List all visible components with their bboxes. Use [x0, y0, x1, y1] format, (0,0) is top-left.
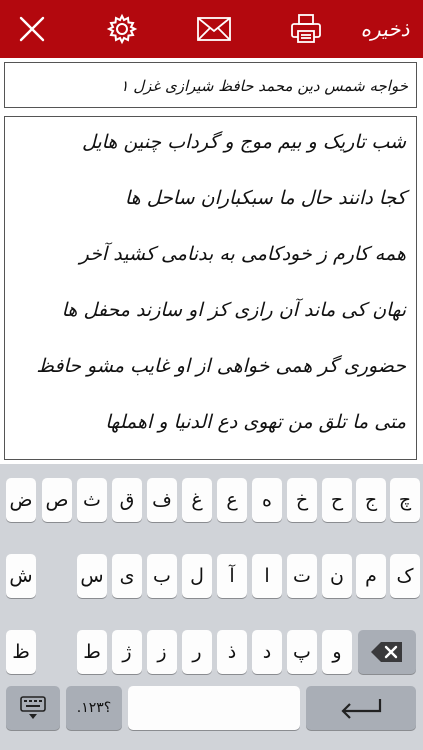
key[interactable]: خ — [287, 478, 317, 522]
key[interactable]: ش — [6, 554, 36, 598]
close-icon — [19, 16, 45, 42]
keyboard-dismiss-icon — [20, 696, 46, 719]
poem-line: شب تاریک و بیم موج و گرداب چنین هایل — [81, 131, 406, 153]
key[interactable]: ن — [322, 554, 352, 598]
key[interactable]: ظ — [6, 630, 36, 674]
key[interactable]: ف — [147, 478, 177, 522]
poem-text-area[interactable]: شب تاریک و بیم موج و گرداب چنین هایل کجا… — [4, 116, 417, 460]
poem-line: نهان کی ماند آن رازی کز او سازند محفل ها — [61, 299, 406, 321]
key[interactable]: ز — [147, 630, 177, 674]
save-button[interactable]: ذخیره — [352, 0, 418, 58]
toolbar: ذخیره — [0, 0, 423, 58]
key[interactable]: ط — [77, 630, 107, 674]
key[interactable]: ح — [322, 478, 352, 522]
key[interactable]: ع — [217, 478, 247, 522]
key[interactable]: ث — [77, 478, 107, 522]
key[interactable]: ژ — [112, 630, 142, 674]
poem-title: خواجه شمس دین محمد حافظ شیرازی غزل ۱ — [4, 62, 417, 108]
key[interactable]: س — [77, 554, 107, 598]
backspace-key[interactable] — [358, 630, 416, 674]
key[interactable]: غ — [182, 478, 212, 522]
backspace-icon — [371, 642, 402, 662]
key[interactable]: ص — [42, 478, 72, 522]
key[interactable]: و — [322, 630, 352, 674]
key[interactable]: آ — [217, 554, 247, 598]
key[interactable]: ل — [182, 554, 212, 598]
key[interactable]: ا — [252, 554, 282, 598]
poem-line: حضوری گر همی خواهی از او غایب مشو حافظ — [36, 355, 406, 377]
poem-line: کجا دانند حال ما سبکباران ساحل ها — [124, 187, 406, 209]
key[interactable]: چ — [390, 478, 420, 522]
mail-icon — [197, 17, 231, 41]
poem-line: متی ما تلق من تهوی دع الدنیا و اهملها — [105, 411, 406, 433]
mail-button[interactable] — [188, 0, 240, 58]
key[interactable]: ذ — [217, 630, 247, 674]
return-key[interactable] — [306, 686, 416, 730]
printer-icon — [291, 14, 321, 43]
key[interactable]: ب — [147, 554, 177, 598]
key[interactable]: ی — [112, 554, 142, 598]
key[interactable]: ک — [390, 554, 420, 598]
gear-icon — [106, 13, 138, 45]
key[interactable]: ق — [112, 478, 142, 522]
key[interactable]: ض — [6, 478, 36, 522]
settings-button[interactable] — [96, 0, 148, 58]
close-button[interactable] — [6, 0, 58, 58]
key[interactable]: د — [252, 630, 282, 674]
key[interactable]: پ — [287, 630, 317, 674]
key[interactable]: ج — [356, 478, 386, 522]
key[interactable]: ر — [182, 630, 212, 674]
print-button[interactable] — [280, 0, 332, 58]
poem-line: همه کارم ز خودکامی به بدنامی کشید آخر — [79, 243, 406, 265]
numbers-key[interactable]: .؟۱۲۳ — [66, 686, 122, 730]
space-key[interactable] — [128, 686, 300, 730]
key[interactable]: ت — [287, 554, 317, 598]
keyboard: چ ج ح خ ه ع غ ف ق ث ص ض ک م ن ت ا آ ل ب … — [0, 464, 423, 750]
return-arrow-icon — [341, 699, 382, 719]
key[interactable]: م — [356, 554, 386, 598]
keyboard-dismiss-key[interactable] — [6, 686, 60, 730]
key[interactable]: ه — [252, 478, 282, 522]
